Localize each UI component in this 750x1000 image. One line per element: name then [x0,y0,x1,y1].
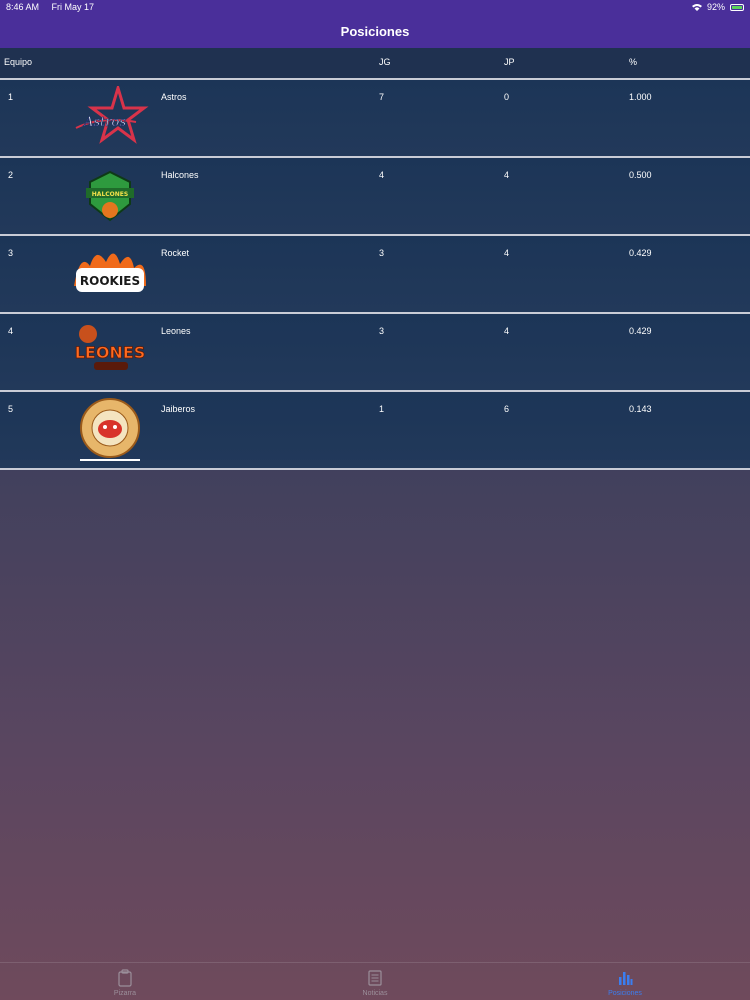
battery-percent: 92% [706,2,725,12]
standings-list: 1 Astros Astros 7 0 1.000 2 HALCONES Hal… [0,80,750,470]
header-pct: % [629,57,638,67]
battery-icon [730,3,744,11]
games-won: 3 [379,326,385,336]
bar-chart-icon [619,972,633,985]
games-lost: 4 [504,170,510,180]
halcones-logo: HALCONES [86,170,134,222]
rookies-logo-text: ROOKIES [80,274,140,288]
astros-logo-text: Astros [83,115,126,130]
win-percentage: 0.143 [629,404,652,414]
tab-pizarra[interactable]: Pizarra [0,963,250,1000]
games-won: 3 [379,248,385,258]
table-row[interactable]: 4 LEONES Leones 3 4 0.429 [0,314,750,392]
team-name: Jaiberos [161,404,196,414]
row-position: 2 [8,170,14,180]
tab-bar: Pizarra Noticias Posiciones [0,962,750,1000]
leones-logo-text: LEONES [75,343,146,362]
status-time: 8:46 AM [6,2,40,12]
header-team: Equipo [4,57,33,67]
team-name: Halcones [161,170,199,180]
team-name: Astros [161,92,187,102]
jaiberos-logo [80,398,140,461]
row-position: 5 [8,404,14,414]
win-percentage: 0.429 [629,248,652,258]
team-name: Rocket [161,248,190,258]
table-row[interactable]: 2 HALCONES Halcones 4 4 0.500 [0,158,750,236]
row-position: 3 [8,248,14,258]
header-jg: JG [379,57,391,67]
games-won: 1 [379,404,385,414]
team-name: Leones [161,326,191,336]
status-bar: 8:46 AM Fri May 17 92% [0,0,750,14]
games-lost: 0 [504,92,510,102]
status-date: Fri May 17 [51,2,95,12]
tab-noticias[interactable]: Noticias [250,963,500,1000]
table-row[interactable]: 3 ROOKIES Rocket 3 4 0.429 [0,236,750,314]
table-row[interactable]: 1 Astros Astros 7 0 1.000 [0,80,750,158]
row-position: 4 [8,326,14,336]
table-row[interactable]: 5 Jaiberos 1 6 0.143 [0,392,750,470]
rookies-logo: ROOKIES [74,253,146,292]
tab-label: Pizarra [113,990,137,997]
games-won: 7 [379,92,385,102]
page-title: Posiciones [340,23,410,39]
row-position: 1 [8,92,14,102]
games-lost: 4 [504,326,510,336]
tab-label: Noticias [362,990,388,997]
nav-bar: Posiciones [0,14,750,48]
leones-logo: LEONES [74,325,146,370]
win-percentage: 0.429 [629,326,652,336]
win-percentage: 1.000 [629,92,652,102]
tab-label: Posiciones [608,990,642,997]
tab-posiciones[interactable]: Posiciones [500,963,750,1000]
halcones-logo-text: HALCONES [92,191,128,198]
astros-logo: Astros [75,86,149,144]
header-jp: JP [504,57,515,67]
wifi-icon [691,4,702,11]
clipboard-icon [118,969,132,987]
games-won: 4 [379,170,385,180]
games-lost: 4 [504,248,510,258]
news-icon [368,970,382,986]
win-percentage: 0.500 [629,170,652,180]
table-header: Equipo JG JP % [0,48,750,80]
games-lost: 6 [504,404,510,414]
